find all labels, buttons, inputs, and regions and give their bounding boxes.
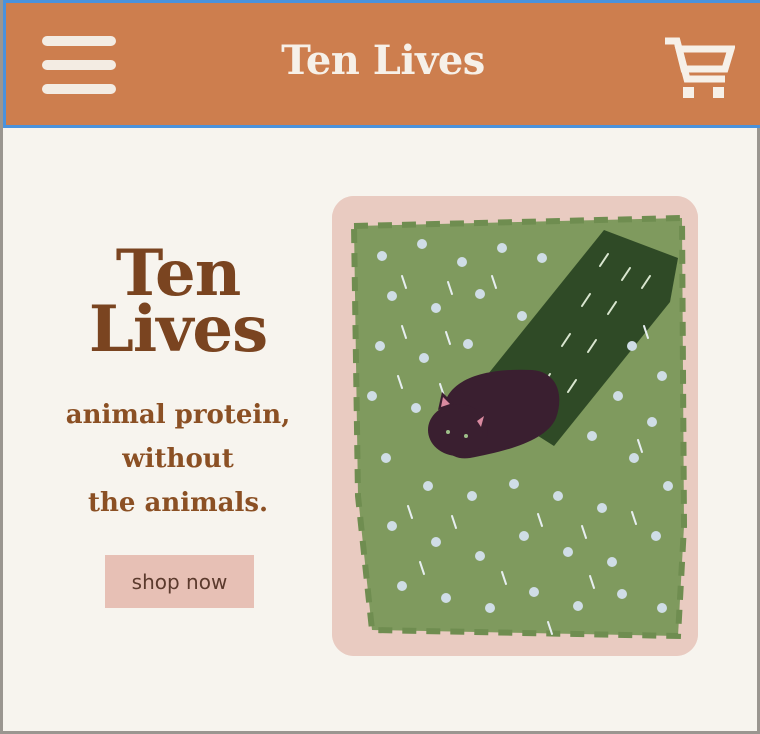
shopping-cart-icon[interactable] [663,33,736,103]
menu-line [42,84,116,94]
tagline-line: without [122,444,234,474]
brand-title[interactable]: Ten Lives [6,37,760,84]
cart-glyph [665,37,736,98]
hero-tagline: animal protein, without the animals. [53,393,303,525]
tagline-line: animal protein, [65,400,291,430]
page-frame: Ten Lives Ten Lives animal protein, with… [0,0,760,734]
top-nav-bar: Ten Lives [3,0,760,128]
shop-now-button[interactable]: shop now [105,555,254,608]
hero-title-line: Lives [88,292,268,367]
hero-cat-illustration [332,196,698,656]
tagline-line: the animals. [87,488,269,518]
hero-title: Ten Lives [63,242,293,367]
cat-in-meadow-image [332,196,698,656]
